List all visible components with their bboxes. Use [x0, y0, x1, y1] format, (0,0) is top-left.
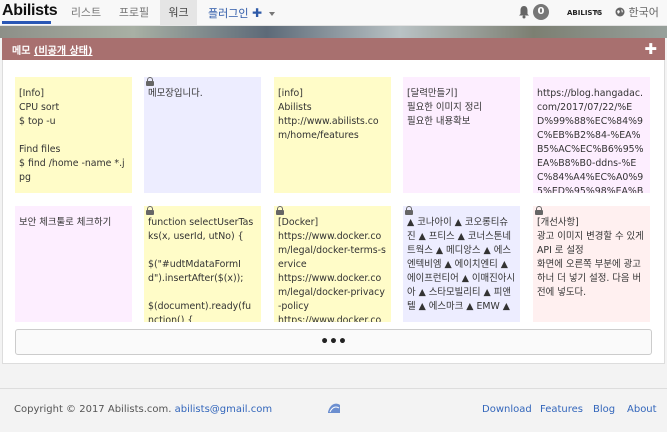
- globe-icon: [615, 7, 625, 17]
- top-navbar: Abilists 리스트 프로필 워크 플러그인 ✚ 0 ABILISTS 한국…: [0, 0, 667, 41]
- memo-note-line: 광고 이미지 변경할 수 있게 API 로 설정: [537, 231, 647, 256]
- memo-note-line: http://www.abilists.com/home/features: [278, 116, 379, 141]
- memo-note[interactable]: [Docker] https://www.docker.com/legal/doc…: [274, 206, 391, 322]
- memo-note-line: $ top -u: [19, 116, 56, 127]
- add-memo-plus-icon[interactable]: ✚: [644, 40, 657, 58]
- brand-name: Abilists: [2, 2, 58, 19]
- memo-note-line: [Docker]: [278, 217, 319, 228]
- notification-badge[interactable]: 0: [533, 4, 549, 20]
- user-avatar[interactable]: ABILISTS: [567, 6, 602, 20]
- memo-note[interactable]: ▲ 코나아이 ▲ 코오롱티슈진 ▲ 프티스 ▲ 코너스톤네트웍스 ▲ 메디앙스 …: [403, 206, 520, 322]
- language-selector[interactable]: 한국어: [615, 0, 667, 41]
- brand-underline: [2, 21, 51, 24]
- copyright-text: Copyright © 2017 Abilists.com.: [14, 404, 172, 415]
- memo-note[interactable]: [개선사항] 광고 이미지 변경할 수 있게 API 로 설정화면에 오른쪽 부분…: [533, 206, 650, 322]
- memo-panel-title: 메모 (비공개 상태): [12, 42, 93, 57]
- memo-note-line: 필요한 내용확보: [407, 116, 471, 127]
- memo-note[interactable]: [달력만들기] 필요한 이미지 정리필요한 내용확보: [403, 77, 520, 193]
- caret-down-icon[interactable]: [595, 11, 601, 15]
- lock-icon: [276, 206, 284, 215]
- memo-note[interactable]: 보안 체크툴로 체크하기: [15, 206, 132, 322]
- memo-panel-header: 메모 (비공개 상태) ✚: [2, 38, 665, 60]
- footer-link-download[interactable]: Download: [482, 404, 532, 415]
- memo-note-line: function selectUserTasks(x, userId, utNo…: [148, 217, 254, 242]
- memo-note-line: 보안 체크툴로 체크하기: [19, 217, 112, 228]
- brand-logo[interactable]: Abilists: [2, 2, 58, 24]
- footer-link-about[interactable]: About: [627, 404, 657, 415]
- memo-note-line: Find files: [19, 144, 61, 155]
- memo-note-line: 메모장입니다.: [148, 88, 203, 99]
- lock-icon: [535, 206, 543, 215]
- memo-note-line: https://www.docker.com/legal/docker-term…: [278, 231, 386, 270]
- nav-work[interactable]: 워크: [160, 0, 197, 26]
- footer-copyright: Copyright © 2017 Abilists.com. abilists@…: [14, 404, 272, 415]
- memo-title: 메모: [12, 46, 31, 57]
- header-banner-image: [0, 26, 667, 38]
- memo-note-line: https://www.docker.com/: [278, 315, 382, 322]
- lock-icon: [146, 206, 154, 215]
- load-more-button[interactable]: •••: [15, 329, 652, 355]
- memo-note-line: $("#udtMdataFormId").insertAfter($(x));: [148, 259, 244, 284]
- wave-logo-icon: [328, 403, 340, 413]
- lock-icon: [405, 206, 413, 215]
- memo-note-line: [148, 286, 257, 300]
- nav-plugin-label: 플러그인: [208, 7, 249, 20]
- memo-note[interactable]: [info] Abilists http://www.abilists.com/ho…: [274, 77, 391, 193]
- memo-note-line: $ find /home -name *.jpg: [19, 158, 125, 183]
- nav-plugin-dropdown[interactable]: 플러그인 ✚: [208, 0, 275, 26]
- memo-note-line: [info]: [278, 88, 303, 99]
- memo-note-line: [19, 129, 128, 143]
- memo-note[interactable]: https://blog.hangadac.com/2017/07/22/%ED…: [533, 77, 650, 193]
- plus-icon: ✚: [251, 6, 263, 20]
- nav-list[interactable]: 리스트: [69, 0, 103, 26]
- footer-divider: [0, 388, 667, 389]
- memo-note[interactable]: 메모장입니다.: [144, 77, 261, 193]
- language-label: 한국어: [628, 6, 659, 19]
- memo-note-line: [달력만들기]: [407, 88, 458, 99]
- memo-note-line: [148, 244, 257, 258]
- memo-note-line: CPU sort: [19, 102, 60, 113]
- memo-note-line: https://www.docker.com/legal/docker-priv…: [278, 273, 385, 312]
- footer-link-blog[interactable]: Blog: [593, 404, 615, 415]
- bell-icon[interactable]: [518, 5, 530, 19]
- lock-icon: [146, 77, 154, 86]
- memo-visibility-link[interactable]: (비공개 상태): [34, 46, 93, 57]
- contact-email-link[interactable]: abilists@gmail.com: [175, 404, 272, 415]
- memo-note-line: https://blog.hangadac.com/2017/07/22/%ED…: [537, 88, 644, 193]
- memo-note-line: Abilists: [278, 102, 312, 113]
- memo-note-line: 필요한 이미지 정리: [407, 102, 482, 113]
- memo-note[interactable]: [Info] CPU sort $ top -u Find files $ find …: [15, 77, 132, 193]
- memo-note-line: $(document).ready(function() {: [148, 301, 252, 322]
- memo-note-line: [Info]: [19, 88, 45, 99]
- memo-note-line: ▲ 코나아이 ▲ 코오롱티슈진 ▲ 프티스 ▲ 코너스톤네트웍스 ▲ 메디앙스 …: [407, 217, 516, 312]
- footer-link-features[interactable]: Features: [540, 404, 583, 415]
- nav-profile[interactable]: 프로필: [116, 0, 152, 26]
- memo-note-line: [개선사항]: [537, 217, 579, 228]
- memo-note[interactable]: function selectUserTasks(x, userId, utNo…: [144, 206, 261, 322]
- memo-note-line: 화면에 오른쪽 부분에 광고 하너 더 넣기 설정. 다음 버전에 넣도다.: [537, 259, 644, 298]
- caret-down-icon: [268, 12, 275, 16]
